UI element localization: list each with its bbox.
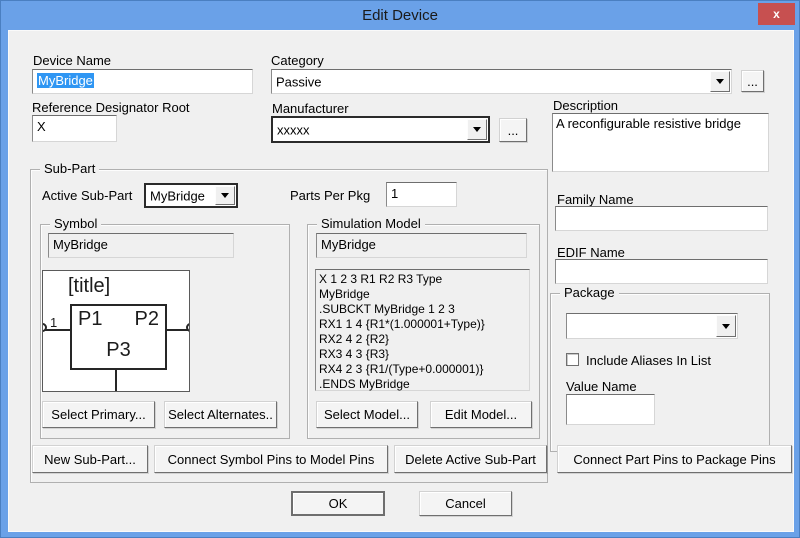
pin-label-p3: P3 [106,339,131,361]
left-pin-number: 1 [50,315,58,330]
description-label: Description [553,98,619,113]
pin-label-p1: P1 [78,308,103,330]
model-text-box[interactable]: X 1 2 3 R1 R2 R3 Type MyBridge .SUBCKT M… [315,269,530,391]
manufacturer-browse-button[interactable]: ... [499,118,527,142]
package-select[interactable] [566,313,738,339]
connect-part-pins-button[interactable]: Connect Part Pins to Package Pins [557,445,792,473]
dialog-body: Device Name MyBridge Category Passive ..… [8,30,794,532]
category-value: Passive [276,74,322,89]
right-pin-dot-icon [186,323,189,332]
manufacturer-dropdown-button[interactable] [467,119,487,140]
description-value: A reconfigurable resistive bridge [556,116,741,131]
package-dropdown-button[interactable] [716,315,736,337]
chevron-down-icon [221,193,229,198]
subpart-group-label: Sub-Part [40,162,100,176]
symbol-body-box: P1 P2 P3 [70,304,167,370]
model-name-value: MyBridge [321,237,376,252]
simulation-model-group-label: Simulation Model [317,217,425,231]
bottom-pin-wire [115,370,117,391]
active-subpart-dropdown-button[interactable] [215,186,235,205]
device-name-value: MyBridge [37,73,94,88]
symbol-title-text: [title] [68,275,111,297]
select-alternates-button[interactable]: Select Alternates.. [164,401,277,428]
chevron-down-icon [473,127,481,132]
cancel-button[interactable]: Cancel [419,491,512,516]
select-model-button[interactable]: Select Model... [316,401,418,428]
symbol-group-label: Symbol [50,217,102,231]
delete-active-subpart-button[interactable]: Delete Active Sub-Part [394,445,547,473]
edif-name-label: EDIF Name [557,245,625,260]
connect-symbol-pins-button[interactable]: Connect Symbol Pins to Model Pins [154,445,388,473]
value-name-label: Value Name [566,379,637,394]
device-name-input[interactable]: MyBridge [32,69,253,94]
ok-button[interactable]: OK [291,491,385,516]
ref-des-root-label: Reference Designator Root [32,100,190,115]
category-select[interactable]: Passive [271,69,732,94]
value-name-input[interactable] [566,394,655,425]
manufacturer-select[interactable]: xxxxx [271,116,490,143]
symbol-preview: [title] 1 P1 P2 P3 [42,270,190,392]
new-subpart-button[interactable]: New Sub-Part... [32,445,148,473]
parts-per-pkg-value: 1 [391,186,399,201]
package-group-label: Package [560,286,619,300]
pin-label-p2: P2 [134,308,159,330]
family-name-input[interactable] [555,206,768,231]
model-text: X 1 2 3 R1 R2 R3 Type MyBridge .SUBCKT M… [319,272,485,391]
chevron-down-icon [722,323,730,329]
include-aliases-checkbox[interactable] [566,353,579,366]
parts-per-pkg-label: Parts Per Pkg [290,188,371,203]
manufacturer-value: xxxxx [277,122,310,137]
titlebar[interactable]: Edit Device [1,1,799,30]
manufacturer-label: Manufacturer [272,101,349,116]
parts-per-pkg-input[interactable]: 1 [386,182,457,207]
edit-model-button[interactable]: Edit Model... [430,401,532,428]
edif-name-input[interactable] [555,259,768,284]
ref-des-root-value: X [37,119,46,134]
include-aliases-label: Include Aliases In List [586,353,712,368]
ref-des-root-input[interactable]: X [32,115,117,142]
category-label: Category [271,53,324,68]
active-subpart-select[interactable]: MyBridge [144,183,238,208]
category-dropdown-button[interactable] [710,71,730,92]
active-subpart-value: MyBridge [150,188,205,203]
active-subpart-label: Active Sub-Part [42,188,133,203]
dialog-title: Edit Device [362,7,438,24]
symbol-name-value: MyBridge [53,237,108,252]
model-name-field: MyBridge [316,233,527,258]
close-icon[interactable]: x [758,3,795,25]
description-textarea[interactable]: A reconfigurable resistive bridge [552,113,769,172]
family-name-label: Family Name [557,192,634,207]
select-primary-button[interactable]: Select Primary... [42,401,155,428]
device-name-label: Device Name [33,53,112,68]
symbol-name-field: MyBridge [48,233,234,258]
chevron-down-icon [716,79,724,84]
category-browse-button[interactable]: ... [741,70,764,92]
edit-device-dialog: Edit Device x Device Name MyBridge Categ… [0,0,800,538]
